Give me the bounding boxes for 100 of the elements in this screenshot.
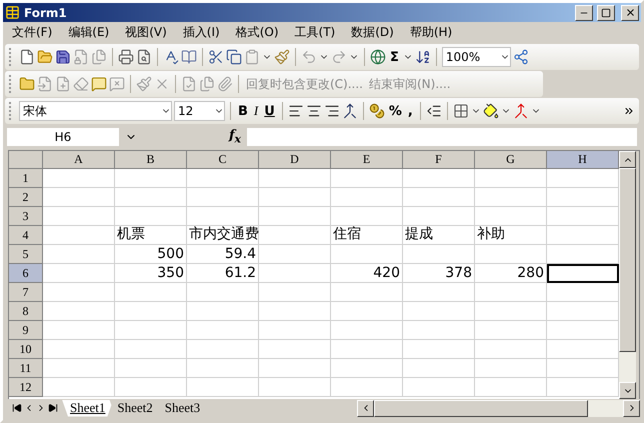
decrease-indent-icon[interactable]: [426, 103, 442, 119]
minimize-button[interactable]: [575, 4, 593, 20]
scroll-left-button[interactable]: [357, 400, 374, 416]
menu-item[interactable]: 编辑(E): [61, 22, 116, 43]
row-header[interactable]: 7: [9, 283, 43, 302]
row-header[interactable]: 5: [9, 245, 43, 264]
folder-icon[interactable]: [19, 76, 35, 92]
function-label[interactable]: f$_{x}$: [181, 128, 247, 146]
row-header[interactable]: 9: [9, 321, 43, 340]
share-icon[interactable]: [512, 49, 529, 65]
print-icon[interactable]: [118, 49, 134, 65]
table-cell: 500: [115, 245, 187, 264]
align-right-icon[interactable]: [324, 103, 340, 119]
sort-ascending-icon[interactable]: [414, 49, 431, 65]
underline-button[interactable]: U: [262, 100, 277, 122]
merge-center-icon[interactable]: [342, 103, 358, 119]
table-cell: [43, 188, 115, 207]
column-header[interactable]: A: [43, 151, 115, 169]
menu-item[interactable]: 帮助(H): [402, 22, 460, 43]
vertical-scrollbar[interactable]: [619, 151, 636, 399]
percent-button[interactable]: %: [386, 100, 404, 122]
save-icon[interactable]: [55, 49, 71, 65]
row-header[interactable]: 11: [9, 359, 43, 378]
table-cell: [403, 302, 475, 321]
table-cell: 提成: [403, 226, 475, 245]
column-header[interactable]: C: [187, 151, 259, 169]
scrollbar-thumb[interactable]: [374, 400, 588, 416]
cut-icon[interactable]: [208, 49, 224, 65]
menu-item[interactable]: 插入(I): [176, 22, 227, 43]
paperclip-icon[interactable]: [217, 76, 233, 92]
table-cell: [115, 359, 187, 378]
hyperlink-icon[interactable]: [370, 49, 386, 65]
column-header[interactable]: D: [259, 151, 331, 169]
row-header[interactable]: 4: [9, 226, 43, 245]
scroll-down-button[interactable]: [619, 382, 636, 399]
window-title: Form1: [24, 6, 68, 20]
new-file-icon[interactable]: [19, 49, 35, 65]
font-field[interactable]: 宋体: [19, 101, 172, 121]
copy-icon[interactable]: [226, 49, 242, 65]
menu-item[interactable]: 文件(F): [5, 22, 60, 43]
table-cell: [475, 378, 547, 397]
borders-icon[interactable]: [452, 103, 469, 119]
table-cell: [115, 283, 187, 302]
table-cell: [259, 340, 331, 359]
table-cell: [475, 340, 547, 359]
menu-item[interactable]: 数据(D): [344, 22, 401, 43]
column-header[interactable]: H: [547, 151, 619, 169]
first-sheet-icon[interactable]: [12, 403, 22, 413]
zoom-field[interactable]: 100%: [442, 47, 511, 67]
table-cell: [43, 207, 115, 226]
name-box[interactable]: H6: [7, 128, 119, 146]
row-header[interactable]: 2: [9, 188, 43, 207]
table-cell: [331, 321, 403, 340]
table-cell: [475, 321, 547, 340]
align-center-icon[interactable]: [306, 103, 322, 119]
row-header[interactable]: 12: [9, 378, 43, 397]
table-cell: [331, 359, 403, 378]
scrollbar-thumb[interactable]: [619, 168, 636, 352]
sheet-tab[interactable]: Sheet1: [62, 400, 114, 416]
row-header[interactable]: 6: [9, 264, 43, 283]
column-header[interactable]: G: [475, 151, 547, 169]
menu-item[interactable]: 视图(V): [118, 22, 174, 43]
autosum-button[interactable]: Σ: [388, 46, 401, 68]
row-header[interactable]: 10: [9, 340, 43, 359]
column-header[interactable]: E: [331, 151, 403, 169]
scroll-right-button[interactable]: [623, 400, 640, 416]
table-cell: [115, 207, 187, 226]
table-cell: [403, 169, 475, 188]
formula-field[interactable]: [247, 128, 637, 146]
comment-icon[interactable]: [91, 76, 107, 92]
align-left-icon[interactable]: [288, 103, 304, 119]
font-size-field[interactable]: 12: [174, 101, 225, 121]
research-icon[interactable]: [181, 49, 197, 65]
horizontal-scrollbar[interactable]: [357, 400, 640, 416]
table-cell: [259, 321, 331, 340]
table-cell: [331, 188, 403, 207]
table-cell: [115, 169, 187, 188]
row-header[interactable]: 1: [9, 169, 43, 188]
more-icon[interactable]: [623, 105, 635, 117]
close-button[interactable]: [621, 4, 639, 20]
print-preview-icon[interactable]: [136, 49, 152, 65]
currency-icon[interactable]: [368, 103, 385, 119]
menu-item[interactable]: 工具(T): [288, 22, 342, 43]
scroll-up-button[interactable]: [619, 151, 636, 168]
menu-item[interactable]: 格式(O): [228, 22, 286, 43]
fill-color-icon[interactable]: [482, 103, 499, 119]
column-header[interactable]: B: [115, 151, 187, 169]
comma-button[interactable]: ,: [406, 100, 415, 122]
maximize-button[interactable]: [597, 4, 615, 20]
last-sheet-icon[interactable]: [48, 403, 58, 413]
row-header[interactable]: 8: [9, 302, 43, 321]
table-cell: [43, 321, 115, 340]
table-cell: [403, 283, 475, 302]
column-header[interactable]: F: [403, 151, 475, 169]
italic-button[interactable]: I: [252, 100, 260, 122]
table-cell: [475, 359, 547, 378]
bold-button[interactable]: B: [236, 100, 250, 122]
select-all-corner[interactable]: [9, 151, 43, 169]
row-header[interactable]: 3: [9, 207, 43, 226]
table-cell: [259, 302, 331, 321]
